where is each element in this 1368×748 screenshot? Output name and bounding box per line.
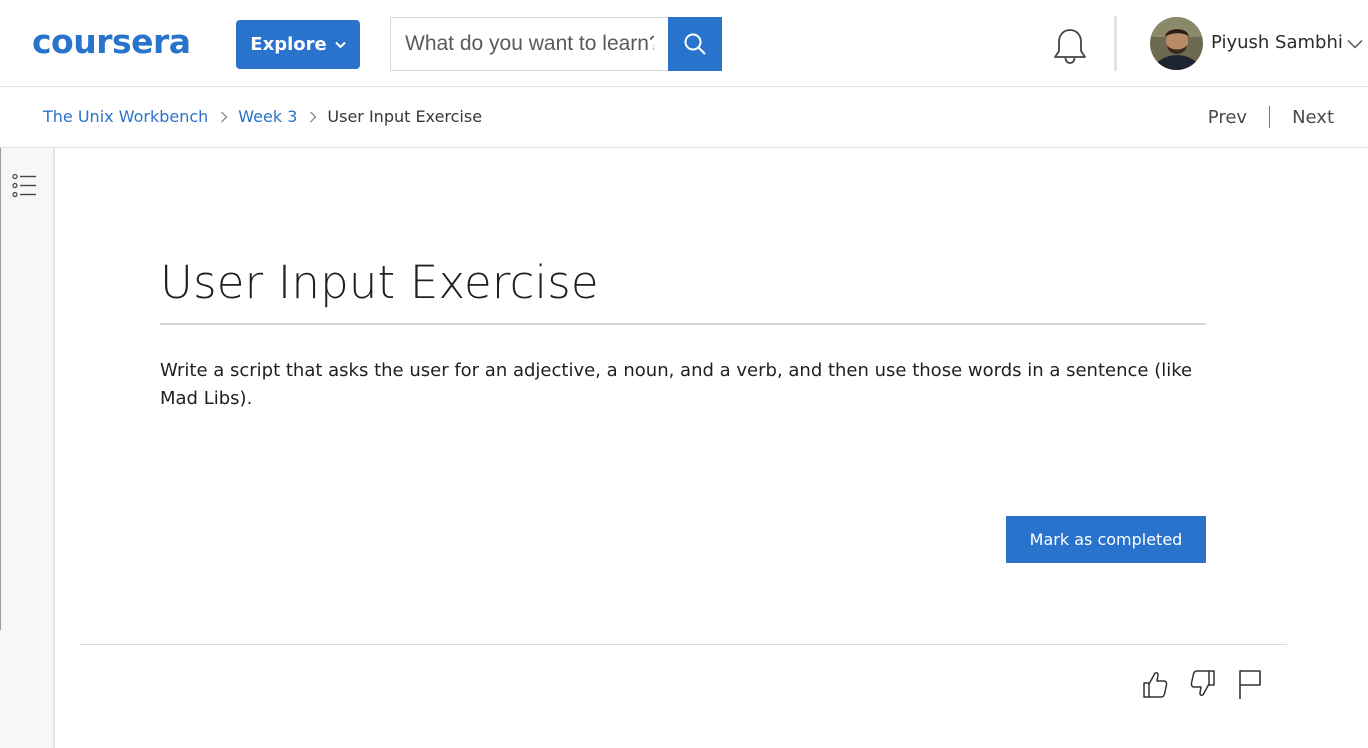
breadcrumb-week[interactable]: Week 3 [238, 107, 297, 126]
table-of-contents-icon[interactable] [12, 173, 37, 198]
chevron-down-icon[interactable] [1347, 39, 1363, 49]
breadcrumb-course[interactable]: The Unix Workbench [43, 107, 208, 126]
explore-button[interactable]: Explore [236, 20, 360, 69]
header-divider [1114, 16, 1117, 71]
search-bar [390, 17, 722, 71]
title-divider [160, 323, 1206, 325]
breadcrumb: The Unix Workbench Week 3 User Input Exe… [43, 107, 482, 126]
coursera-logo[interactable]: coursera [32, 22, 206, 62]
chevron-right-icon [221, 111, 228, 122]
chevron-down-icon [334, 41, 346, 48]
explore-label: Explore [250, 34, 327, 55]
prev-next-nav: Prev Next [1208, 106, 1334, 128]
sidebar [0, 148, 55, 748]
page-title: User Input Exercise [160, 256, 599, 309]
next-button[interactable]: Next [1292, 107, 1334, 128]
breadcrumb-current: User Input Exercise [327, 107, 483, 126]
avatar[interactable] [1150, 17, 1203, 70]
bell-icon[interactable] [1052, 27, 1088, 65]
thumbs-down-icon[interactable] [1189, 668, 1219, 700]
exercise-text: Write a script that asks the user for an… [160, 360, 1193, 409]
chevron-right-icon [310, 111, 317, 122]
svg-text:coursera: coursera [32, 22, 191, 61]
search-button[interactable] [668, 17, 722, 71]
user-name[interactable]: Piyush Sambhi [1211, 32, 1343, 53]
breadcrumb-bar: The Unix Workbench Week 3 User Input Exe… [0, 88, 1368, 148]
mark-as-completed-button[interactable]: Mark as completed [1006, 516, 1206, 563]
prev-button[interactable]: Prev [1208, 107, 1247, 128]
top-header: coursera Explore Piyush Sambhi [0, 0, 1368, 87]
search-icon [684, 33, 706, 55]
footer-divider [80, 644, 1287, 645]
sidebar-edge [0, 148, 1, 630]
search-input[interactable] [390, 17, 668, 71]
prev-next-divider [1269, 106, 1271, 128]
flag-icon[interactable] [1237, 668, 1267, 700]
thumbs-up-icon[interactable] [1139, 668, 1169, 700]
